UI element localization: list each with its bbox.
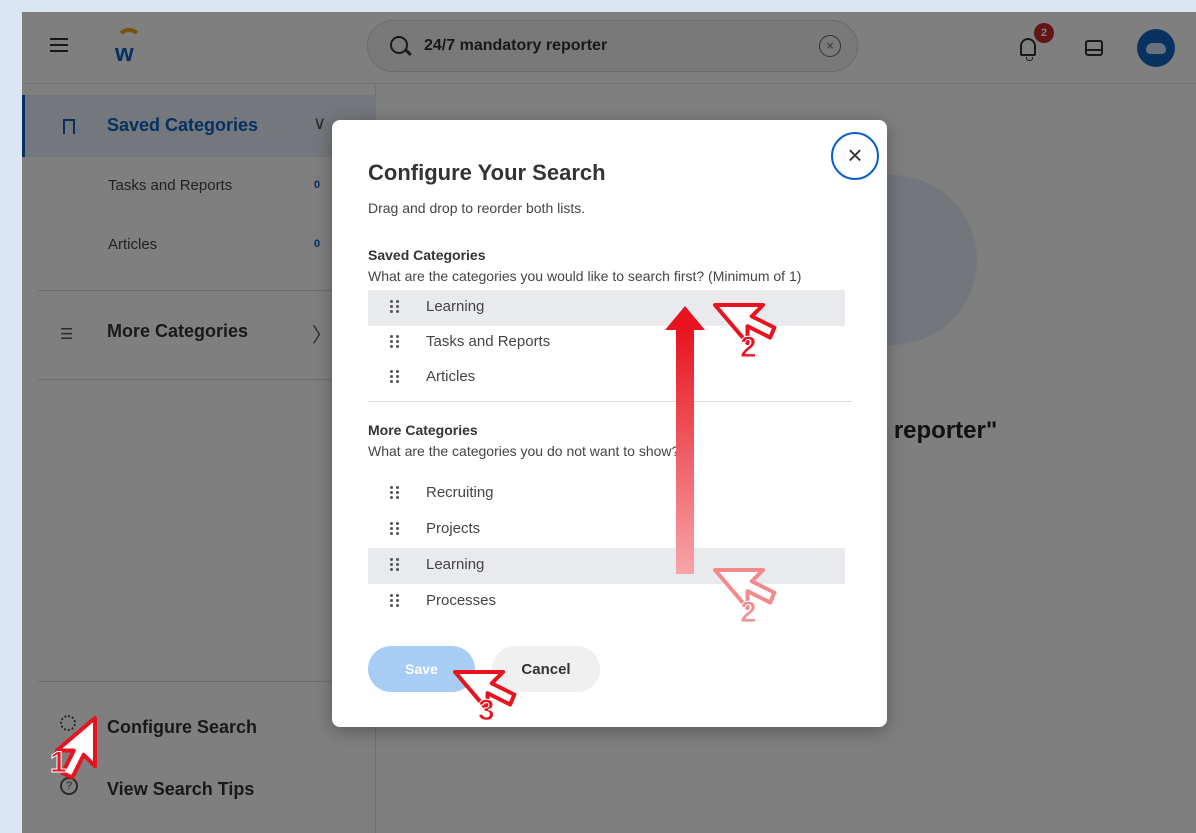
category-label: Articles (426, 368, 476, 385)
category-label: Tasks and Reports (426, 333, 551, 350)
saved-category-row[interactable]: Tasks and Reports (368, 325, 845, 361)
more-category-row[interactable]: Recruiting (368, 476, 845, 512)
saved-category-row[interactable]: Learning (368, 290, 845, 326)
category-label: Recruiting (426, 484, 494, 501)
saved-categories-question: What are the categories you would like t… (368, 268, 802, 284)
section-divider (368, 401, 852, 402)
cancel-button[interactable]: Cancel (492, 646, 600, 692)
save-button[interactable]: Save (368, 646, 475, 692)
category-label: Learning (426, 298, 485, 315)
drag-handle-icon[interactable] (390, 558, 400, 572)
configure-search-dialog: × Configure Your Search Drag and drop to… (332, 120, 887, 727)
saved-category-row[interactable]: Articles (368, 360, 845, 396)
more-categories-heading: More Categories (368, 422, 478, 438)
drag-handle-icon[interactable] (390, 594, 400, 608)
saved-categories-heading: Saved Categories (368, 247, 486, 263)
category-label: Learning (426, 556, 485, 573)
category-label: Processes (426, 592, 497, 609)
drag-handle-icon[interactable] (390, 522, 400, 536)
more-categories-question: What are the categories you do not want … (368, 443, 680, 459)
close-dialog-button[interactable]: × (831, 132, 879, 180)
drag-handle-icon[interactable] (390, 486, 400, 500)
more-category-row[interactable]: Projects (368, 512, 845, 548)
more-category-row[interactable]: Processes (368, 584, 845, 620)
app-window: w × 2 Saved Categories ∨ Tasks and Repor… (22, 12, 1196, 833)
category-label: Projects (426, 520, 481, 537)
dialog-title: Configure Your Search (368, 160, 606, 185)
more-category-row[interactable]: Learning (368, 548, 845, 584)
drag-handle-icon[interactable] (390, 335, 400, 349)
drag-handle-icon[interactable] (390, 370, 400, 384)
dialog-subtitle: Drag and drop to reorder both lists. (368, 200, 586, 216)
drag-handle-icon[interactable] (390, 300, 400, 314)
